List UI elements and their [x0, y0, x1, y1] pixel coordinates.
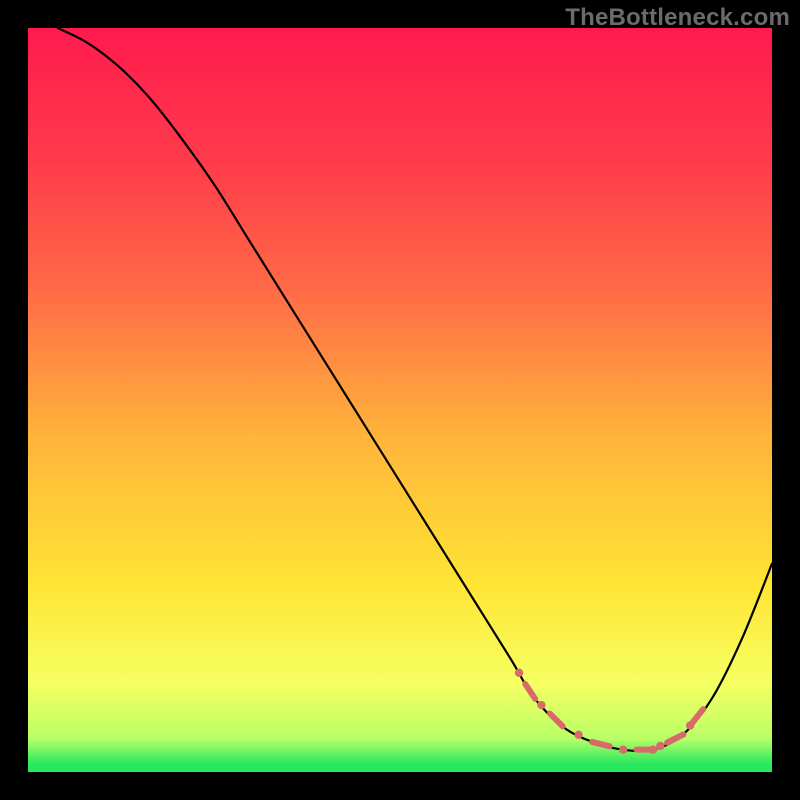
watermark-text: TheBottleneck.com [565, 4, 790, 32]
marker-dot [649, 745, 657, 753]
marker-dot [619, 745, 627, 753]
marker-dot [515, 669, 523, 677]
chart-frame [28, 28, 772, 772]
marker-dot [574, 731, 582, 739]
chart-svg [28, 28, 772, 772]
marker-dot [537, 701, 545, 709]
marker-dot [656, 742, 664, 750]
chart-background [28, 28, 772, 772]
marker-dash [592, 742, 609, 746]
